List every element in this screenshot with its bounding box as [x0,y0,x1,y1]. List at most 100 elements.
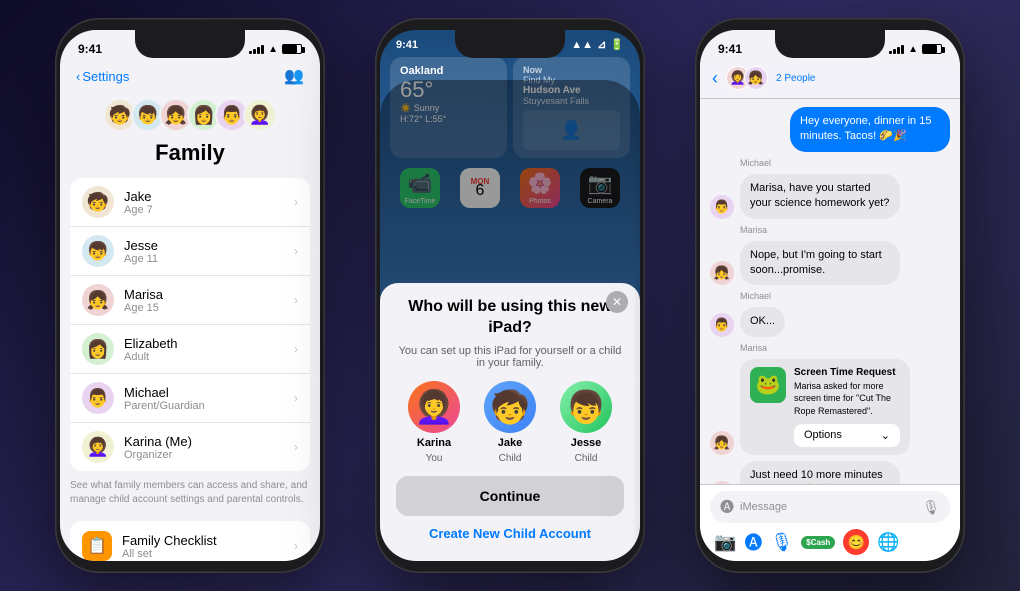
messages-body: Hey everyone, dinner in 15 minutes. Taco… [700,99,960,484]
status-icons-2: ▲▲ ⊿ 🔋 [571,38,624,51]
family-avatars: 🧒 👦 👧 👩 👨 👩‍🦱 [60,94,320,140]
options-chevron: ⌄ [881,429,890,442]
messages-toolbar: 📷 🅐 🎙 $Cash 😊 🌐 [710,523,950,555]
group-name: 2 People [776,73,815,84]
elizabeth-chevron: › [294,342,298,356]
member-michael[interactable]: 👨 Michael Parent/Guardian › [70,374,310,423]
marisa-st-avatar: 👧 [710,431,734,455]
messages-back[interactable]: ‹ [712,68,718,89]
elizabeth-role: Adult [124,351,284,363]
imessage-input[interactable]: 🅐 iMessage 🎙 [710,491,950,523]
msg-bubble-michael-2: OK... [740,307,785,336]
checklist-row[interactable]: 📋 Family Checklist All set › [70,521,310,561]
member-marisa[interactable]: 👧 Marisa Age 15 › [70,276,310,325]
wifi-3: ▲ [908,44,918,55]
karina-chevron: › [294,440,298,454]
modal-users: 👩‍🦱 Karina You 🧒 Jake Child 👦 [396,381,624,464]
signal-1 [249,44,264,54]
app-store-icon: 🅐 [720,497,734,517]
karina-info: Karina (Me) Organizer [124,434,284,461]
st-title: Screen Time Request [794,367,900,378]
marisa-name: Marisa [124,287,284,302]
continue-button[interactable]: Continue [396,476,624,516]
jake-avatar: 🧒 [82,186,114,218]
add-family-icon[interactable]: 👥 [284,66,304,86]
family-title: Family [60,140,320,166]
audio-tool-icon[interactable]: 🎙 [770,532,793,553]
jake-modal-name: Jake [498,437,522,449]
msg-marisa-1: 👧 Nope, but I'm going to start soon...pr… [710,241,950,286]
weather-city: Oakland [400,65,497,77]
member-elizabeth[interactable]: 👩 Elizabeth Adult › [70,325,310,374]
msg-outgoing-1: Hey everyone, dinner in 15 minutes. Taco… [710,107,950,152]
wifi-icon-1: ▲ [268,44,278,55]
family-list: 🧒 Jake Age 7 › 👦 Jesse Age 11 › [70,178,310,471]
marisa-info: Marisa Age 15 [124,287,284,314]
modal-close-btn[interactable]: ✕ [606,291,628,313]
karina-modal-avatar: 👩‍🦱 [408,381,460,433]
cash-badge[interactable]: $Cash [801,536,835,549]
nav-bar-1: ‹ Settings 👥 [60,62,320,94]
msg-screentime: 👧 🐸 Screen Time Request Marisa asked for… [710,359,950,455]
screen-time-card: 🐸 Screen Time Request Marisa asked for m… [740,359,910,455]
camera-tool-icon[interactable]: 📷 [714,532,736,553]
marisa-chevron: › [294,293,298,307]
st-card: 🐸 Screen Time Request Marisa asked for m… [740,359,910,455]
time-2: 9:41 [396,39,418,51]
msg-last: 👧 Just need 10 more minutes pleeeease 🙏👨… [710,461,950,484]
group-avatar-2: 👧 [744,66,768,90]
jake-modal-role: Child [499,453,522,464]
michael-avatar: 👨 [82,382,114,414]
modal-user-jesse[interactable]: 👦 Jesse Child [560,381,612,464]
st-content: Screen Time Request Marisa asked for mor… [794,367,900,447]
michael-chevron: › [294,391,298,405]
modal-user-jake[interactable]: 🧒 Jake Child [484,381,536,464]
phone1-content: ‹ Settings 👥 🧒 👦 👧 👩 👨 👩‍🦱 Family [60,62,320,561]
settings-label[interactable]: Settings [82,69,129,84]
elizabeth-avatar: 👩 [82,333,114,365]
mic-icon: 🎙 [922,499,940,516]
messages-input-area: 🅐 iMessage 🎙 📷 🅐 🎙 $Cash 😊 🌐 [700,484,960,561]
notch-3 [775,30,885,58]
apps-tool-icon[interactable]: 🅐 [744,529,762,555]
jake-info: Jake Age 7 [124,189,284,216]
settings-back[interactable]: ‹ Settings [76,69,129,84]
globe-icon[interactable]: 🌐 [877,532,899,553]
jesse-chevron: › [294,244,298,258]
battery-3 [922,44,942,54]
signal-3 [889,44,904,54]
phone-3: 9:41 ▲ ‹ 👩‍🦱 [695,18,965,573]
phone-3-screen: 9:41 ▲ ‹ 👩‍🦱 [700,30,960,561]
findmy-now: Now [523,65,620,75]
msg-michael-2: 👨 OK... [710,307,950,336]
back-chevron: ‹ [76,69,80,84]
family-desc: See what family members can access and s… [60,471,320,515]
karina-modal-name: Karina [417,437,451,449]
st-body: Marisa asked for more screen time for "C… [794,380,900,418]
member-jesse[interactable]: 👦 Jesse Age 11 › [70,227,310,276]
modal-user-karina[interactable]: 👩‍🦱 Karina You [408,381,460,464]
jesse-modal-avatar: 👦 [560,381,612,433]
modal-title: Who will be using this new iPad? [396,297,624,339]
emoji-btn[interactable]: 😊 [843,529,869,555]
jesse-modal-name: Jesse [571,437,602,449]
ipad-homescreen: 9:41 ▲▲ ⊿ 🔋 Oakland 65° ☀️ Sunny H:72° L… [380,30,640,561]
msg-bubble-michael-1: Marisa, have you started your science ho… [740,174,900,219]
phone-1-screen: 9:41 ▲ ‹ Settings [60,30,320,561]
jake-role: Age 7 [124,204,284,216]
michael-info: Michael Parent/Guardian [124,385,284,412]
phone-2-screen: 9:41 ▲▲ ⊿ 🔋 Oakland 65° ☀️ Sunny H:72° L… [380,30,640,561]
phone-1: 9:41 ▲ ‹ Settings [55,18,325,573]
avatar-karina: 👩‍🦱 [243,98,277,132]
sender-michael-2: Michael [740,291,950,301]
options-button[interactable]: Options ⌄ [794,424,900,447]
time-3: 9:41 [718,42,742,56]
create-child-button[interactable]: Create New Child Account [396,526,624,541]
member-jake[interactable]: 🧒 Jake Age 7 › [70,178,310,227]
group-info[interactable]: 2 People [776,73,815,84]
messages-header: ‹ 👩‍🦱 👧 2 People [700,62,960,99]
sender-marisa-1: Marisa [740,225,950,235]
jake-modal-avatar: 🧒 [484,381,536,433]
status-icons-1: ▲ [249,44,302,55]
member-karina[interactable]: 👩‍🦱 Karina (Me) Organizer › [70,423,310,471]
